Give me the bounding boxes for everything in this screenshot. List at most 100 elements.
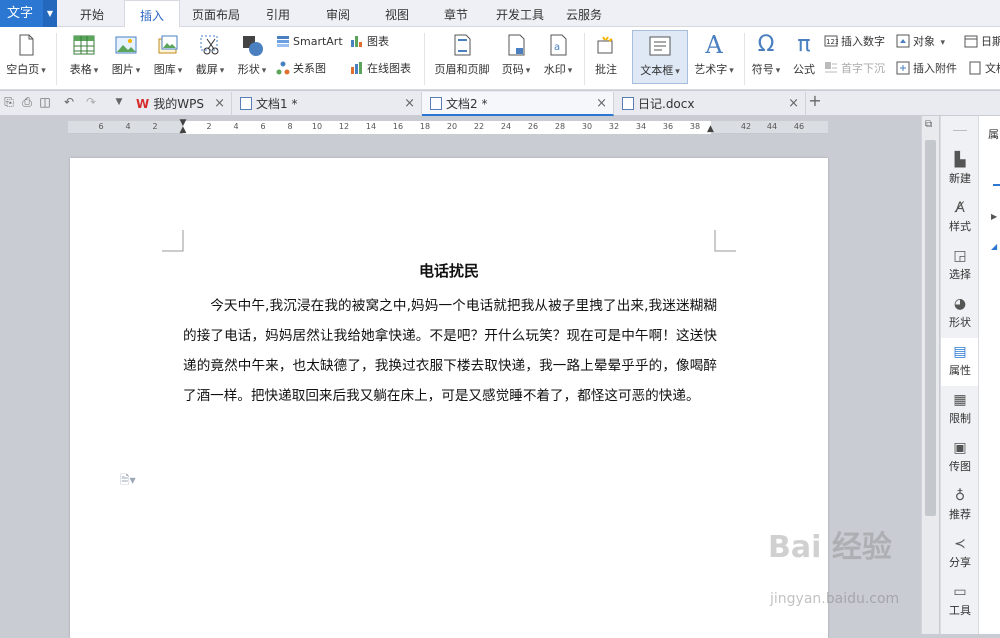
chart-button[interactable]: 图表: [350, 33, 389, 51]
insert-attachment-button[interactable]: 插入附件: [896, 60, 957, 78]
header-footer-button[interactable]: 页眉和页脚: [430, 33, 494, 77]
doc-parts-button[interactable]: 文档: [968, 60, 1000, 78]
horizontal-ruler[interactable]: 6 4 2 2 4 6 8 10 12 14 16 18 20 22 24 26…: [68, 119, 828, 135]
undo-icon[interactable]: ↶: [62, 95, 76, 109]
expand-arrow-icon[interactable]: ▶: [991, 212, 997, 221]
quick-access-dropdown-icon[interactable]: ▼: [112, 95, 126, 109]
collapse-arrow-icon[interactable]: ◢: [991, 242, 997, 251]
table-button[interactable]: 表格: [64, 33, 104, 77]
select-icon: ◲: [953, 248, 967, 264]
sidebar-item-restrict[interactable]: ▦ 限制: [941, 392, 979, 426]
watermark-label: 水印: [538, 61, 578, 77]
paste-options-icon[interactable]: 🗎▾: [120, 471, 136, 492]
export-pdf-icon[interactable]: ⎘: [2, 95, 16, 109]
wordart-button[interactable]: A 艺术字: [690, 33, 738, 77]
tab-reference[interactable]: 引用: [256, 0, 300, 27]
screenshot-label: 截屏: [190, 61, 230, 77]
restrict-icon: ▦: [953, 392, 967, 408]
tab-view[interactable]: 视图: [375, 0, 419, 27]
ruler-tick: 30: [581, 122, 593, 131]
sidebar-item-tools[interactable]: ▭ 工具: [941, 584, 979, 618]
date-button[interactable]: 日期: [964, 33, 1000, 51]
close-icon[interactable]: ×: [404, 92, 415, 116]
drop-cap-button[interactable]: 首字下沉: [824, 60, 885, 78]
vertical-scrollbar[interactable]: ⧉: [921, 116, 939, 634]
wordart-icon: A: [705, 31, 723, 59]
gallery-icon: [156, 33, 180, 57]
gallery-label: 图库: [148, 61, 188, 77]
new-tab-plus-icon[interactable]: +: [808, 93, 822, 109]
relation-chart-label: 关系图: [293, 62, 326, 75]
insert-number-label: 插入数字: [841, 35, 885, 48]
relation-chart-button[interactable]: 关系图: [276, 60, 326, 78]
document-body-paragraph: 今天中午,我沉浸在我的被窝之中,妈妈一个电话就把我从被子里拽了出来,我迷迷糊糊的…: [183, 298, 717, 404]
tab-insert[interactable]: 插入: [124, 0, 180, 28]
tab-label: 文档1 *: [256, 97, 298, 111]
sidebar-item-style[interactable]: A̸ 样式: [941, 200, 979, 234]
left-indent-marker[interactable]: ▼ ▲: [178, 119, 188, 135]
doc-parts-label: 文档: [985, 62, 1000, 75]
page-number-button[interactable]: 页码: [496, 33, 536, 77]
insert-number-button[interactable]: 123 插入数字: [824, 33, 885, 51]
sidebar-item-select[interactable]: ◲ 选择: [941, 248, 979, 282]
share-icon: ≺: [954, 536, 966, 552]
close-icon[interactable]: ×: [214, 92, 225, 116]
close-icon[interactable]: ×: [788, 92, 799, 116]
sidebar-item-share[interactable]: ≺ 分享: [941, 536, 979, 570]
smartart-label: SmartArt: [293, 35, 343, 48]
symbol-button[interactable]: Ω 符号: [748, 33, 784, 77]
formula-button[interactable]: π 公式: [788, 33, 820, 77]
split-view-icon[interactable]: ⧉: [925, 119, 932, 130]
smartart-button[interactable]: SmartArt: [276, 33, 343, 51]
blank-page-button[interactable]: 空白页: [2, 33, 50, 77]
sidebar-item-recommend[interactable]: ♁ 推荐: [941, 488, 979, 522]
sidebar-item-property[interactable]: ▤ 属性: [941, 338, 979, 386]
sidebar-item-upload-image[interactable]: ▣ 传图: [941, 440, 979, 474]
watermark-url: jingyan.baidu.com: [770, 591, 900, 607]
ruler-tick: 22: [473, 122, 485, 131]
print-preview-icon[interactable]: ◫: [38, 95, 52, 109]
sidebar-item-new[interactable]: ▙ 新建: [941, 152, 979, 186]
ruler-tick: 46: [793, 122, 805, 131]
tab-developer[interactable]: 开发工具: [490, 0, 550, 27]
shapes-button[interactable]: 形状: [232, 33, 272, 77]
right-indent-marker[interactable]: ▲: [707, 124, 715, 134]
ruler-tick: 42: [740, 122, 752, 131]
comment-button[interactable]: 批注: [588, 33, 624, 77]
wps-logo-icon: W: [136, 97, 150, 111]
tab-document1[interactable]: 文档1 * ×: [232, 92, 422, 116]
redo-icon[interactable]: ↷: [84, 95, 98, 109]
tab-document2[interactable]: 文档2 * ×: [422, 92, 614, 116]
sidebar-item-label: 属性: [949, 364, 971, 377]
app-menu-chevron-icon[interactable]: ▼: [43, 0, 57, 27]
ruler-tick: 36: [662, 122, 674, 131]
textbox-button[interactable]: 文本框: [632, 30, 688, 84]
online-chart-button[interactable]: 在线图表: [350, 60, 411, 78]
close-icon[interactable]: ×: [596, 92, 607, 116]
tab-cloud[interactable]: 云服务: [560, 0, 608, 27]
ribbon-divider: [584, 33, 585, 85]
screenshot-button[interactable]: 截屏: [190, 33, 230, 77]
tab-review[interactable]: 审阅: [316, 0, 360, 27]
object-button[interactable]: 对象: [896, 33, 945, 51]
scrollbar-thumb[interactable]: [925, 140, 936, 516]
document-page[interactable]: 电话扰民 今天中午,我沉浸在我的被窝之中,妈妈一个电话就把我从被子里拽了出来,我…: [70, 158, 828, 638]
insert-ribbon: 空白页 表格 图片 图库 截屏 形状 SmartArt 图表 关: [0, 27, 1000, 90]
watermark-button[interactable]: a 水印: [538, 33, 578, 77]
table-icon: [72, 33, 96, 57]
ruler-tick: 6: [98, 122, 104, 131]
picture-icon: [114, 33, 138, 57]
tab-diary[interactable]: 日记.docx ×: [614, 92, 806, 116]
sidebar-item-shape[interactable]: ◕ 形状: [941, 296, 979, 330]
ruler-tick: 26: [527, 122, 539, 131]
tab-my-wps[interactable]: W 我的WPS ×: [128, 92, 232, 116]
doc-parts-icon: [968, 61, 982, 75]
print-icon[interactable]: ⎙: [20, 95, 34, 109]
picture-button[interactable]: 图片: [106, 33, 146, 77]
attachment-icon: [896, 61, 910, 75]
tab-page-layout[interactable]: 页面布局: [186, 0, 246, 27]
gallery-button[interactable]: 图库: [148, 33, 188, 77]
app-menu-button[interactable]: 文字 ▼: [0, 0, 57, 27]
tab-start[interactable]: 开始: [67, 0, 117, 27]
tab-section[interactable]: 章节: [434, 0, 478, 27]
